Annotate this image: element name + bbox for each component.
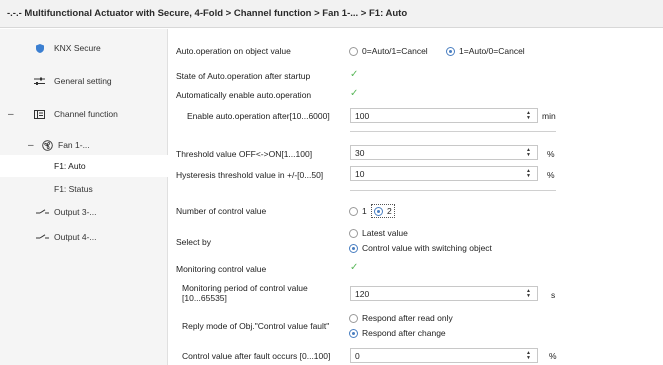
sidebar-item-label: Fan 1-... [58, 140, 90, 150]
spin-arrows-icon[interactable]: ▲ ▼ [524, 288, 533, 299]
fan-icon [42, 139, 53, 151]
radio-select-latest[interactable]: Latest value [349, 228, 408, 238]
title-bar: -.-.- Multifunctional Actuator with Secu… [0, 0, 663, 28]
sidebar-item-label: F1: Auto [54, 161, 86, 171]
input-value: 10 [355, 168, 365, 179]
sidebar-item-fan-1[interactable]: – Fan 1-... [0, 134, 168, 156]
after-fault-label: Control value after fault occurs [0...10… [182, 351, 331, 361]
spin-arrows-icon[interactable]: ▲ ▼ [524, 110, 533, 121]
radio-label: Control value with switching object [362, 243, 492, 253]
input-value: 120 [355, 288, 370, 299]
after-fault-input[interactable]: 0 ▲ ▼ [350, 348, 538, 363]
sidebar-item-label: KNX Secure [54, 43, 101, 53]
radio-reply-read-only[interactable]: Respond after read only [349, 313, 453, 323]
threshold-input[interactable]: 30 ▲ ▼ [350, 145, 538, 160]
radio-circle[interactable] [349, 206, 358, 216]
unit-label: % [547, 170, 555, 180]
grid-icon [34, 109, 45, 119]
collapse-icon[interactable]: – [28, 140, 34, 151]
separator [350, 131, 556, 132]
threshold-label: Threshold value OFF<->ON[1...100] [176, 149, 313, 159]
radio-auto-op-0[interactable]: 0=Auto/1=Cancel [349, 46, 428, 56]
num-control-label: Number of control value [176, 206, 267, 216]
unit-label: % [547, 149, 555, 159]
window-title: -.-.- Multifunctional Actuator with Secu… [7, 8, 408, 19]
sidebar-item-general-setting[interactable]: General setting [0, 70, 168, 92]
radio-num-control-2[interactable]: 2 [371, 204, 395, 218]
radio-num-control-1[interactable]: 1 [349, 206, 367, 216]
collapse-icon[interactable]: – [8, 109, 14, 120]
radio-circle-selected[interactable] [349, 243, 358, 253]
check-icon[interactable]: ✓ [350, 69, 358, 80]
unit-label: s [551, 290, 556, 300]
radio-label: Respond after change [362, 328, 446, 338]
radio-circle[interactable] [349, 313, 358, 323]
spin-arrows-icon[interactable]: ▲ ▼ [524, 350, 533, 361]
enable-after-label: Enable auto.operation after[10...6000] [187, 111, 330, 121]
sidebar-item-label: General setting [54, 76, 112, 86]
sidebar-item-label: Output 4-... [54, 232, 97, 242]
hysteresis-input[interactable]: 10 ▲ ▼ [350, 166, 538, 181]
check-icon[interactable]: ✓ [350, 88, 358, 99]
select-by-label: Select by [176, 237, 211, 247]
sidebar-item-knx-secure[interactable]: KNX Secure [0, 37, 168, 59]
input-value: 100 [355, 110, 370, 121]
sidebar-item-output-3[interactable]: Output 3-... [0, 201, 168, 223]
monitoring-period-label: Monitoring period of control value [10..… [182, 283, 308, 303]
auto-enable-label: Automatically enable auto.operation [176, 90, 312, 100]
switch-icon [36, 209, 49, 215]
reply-mode-label: Reply mode of Obj."Control value fault" [182, 321, 330, 331]
sidebar-item-label: Output 3-... [54, 207, 97, 217]
radio-auto-op-1[interactable]: 1=Auto/0=Cancel [446, 46, 525, 56]
sidebar-item-label: Channel function [54, 109, 118, 119]
check-icon[interactable]: ✓ [350, 262, 358, 273]
sidebar: KNX Secure General setting – Channel fun… [0, 29, 169, 365]
state-after-startup-label: State of Auto.operation after startup [176, 71, 311, 81]
monitoring-label: Monitoring control value [176, 264, 267, 274]
sidebar-item-label: F1: Status [54, 184, 93, 194]
enable-after-input[interactable]: 100 ▲ ▼ [350, 108, 538, 123]
radio-label: 1=Auto/0=Cancel [459, 46, 525, 56]
radio-circle-selected[interactable] [446, 46, 455, 56]
spin-arrows-icon[interactable]: ▲ ▼ [524, 147, 533, 158]
radio-select-switching[interactable]: Control value with switching object [349, 243, 492, 253]
auto-op-object-label: Auto.operation on object value [176, 46, 291, 56]
spin-arrows-icon[interactable]: ▲ ▼ [524, 168, 533, 179]
radio-circle-selected[interactable] [374, 206, 383, 216]
sidebar-item-channel-function[interactable]: – Channel function [0, 103, 168, 125]
sliders-icon [34, 77, 45, 86]
unit-label: % [549, 351, 557, 361]
radio-circle[interactable] [349, 46, 358, 56]
radio-reply-after-change[interactable]: Respond after change [349, 328, 446, 338]
switch-icon [36, 234, 49, 240]
sidebar-item-f1-auto[interactable]: F1: Auto [0, 155, 169, 177]
sidebar-item-f1-status[interactable]: F1: Status [0, 178, 168, 200]
radio-label: 1 [362, 206, 367, 216]
radio-label: Respond after read only [362, 313, 453, 323]
shield-icon [36, 43, 44, 53]
hysteresis-label: Hysteresis threshold value in +/-[0...50… [176, 170, 324, 180]
separator [350, 190, 556, 191]
sidebar-item-output-4[interactable]: Output 4-... [0, 226, 168, 248]
radio-circle-selected[interactable] [349, 328, 358, 338]
input-value: 30 [355, 147, 365, 158]
input-value: 0 [355, 350, 360, 361]
radio-label: 2 [387, 206, 392, 216]
radio-circle[interactable] [349, 228, 358, 238]
parameter-panel: Auto.operation on object value 0=Auto/1=… [176, 29, 663, 365]
monitoring-period-input[interactable]: 120 ▲ ▼ [350, 286, 538, 301]
radio-label: 0=Auto/1=Cancel [362, 46, 428, 56]
radio-label: Latest value [362, 228, 408, 238]
unit-label: min [542, 111, 556, 121]
